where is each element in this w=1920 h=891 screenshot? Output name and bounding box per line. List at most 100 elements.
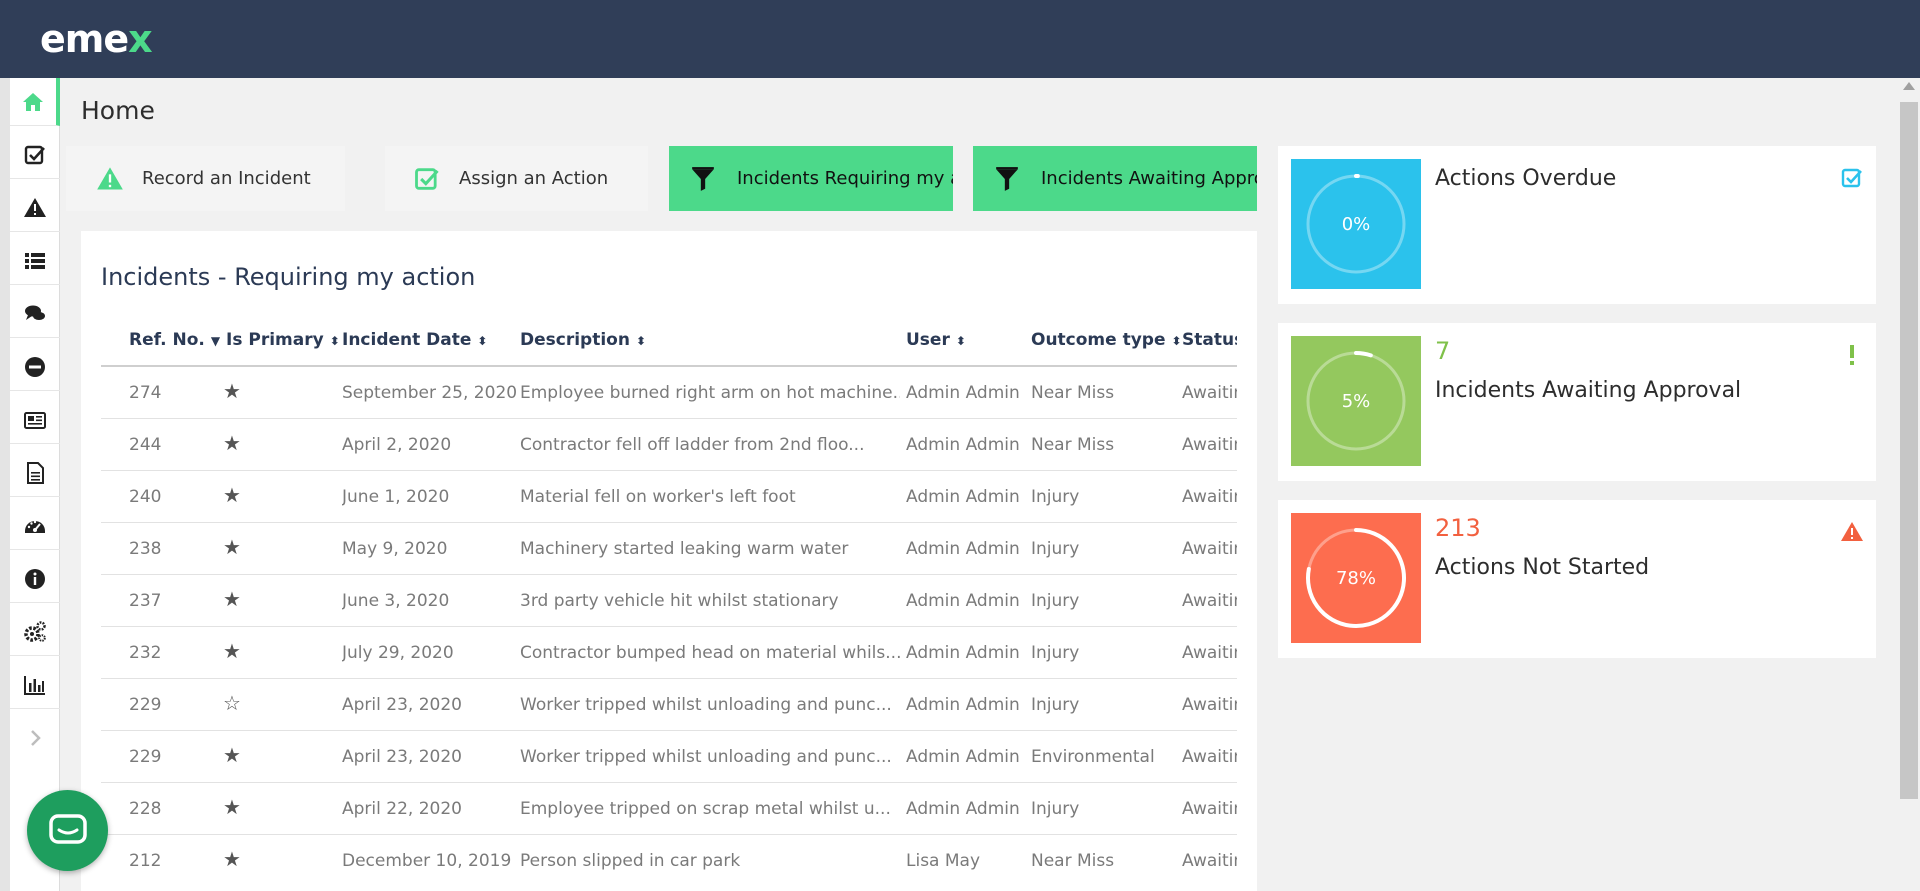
cell-outcome: Injury: [1031, 799, 1080, 819]
table-header: Ref. No. ▼ Is Primary ⬍ Incident Date ⬍ Des…: [101, 316, 1237, 367]
primary-star-icon[interactable]: ★: [223, 795, 241, 819]
sidebar-item-comments[interactable]: [10, 290, 60, 338]
cell-outcome: Near Miss: [1031, 851, 1115, 871]
document-icon: [27, 461, 44, 484]
table-row[interactable]: 240 ★ June 1, 2020 Material fell on work…: [101, 471, 1237, 523]
primary-star-icon[interactable]: ★: [223, 379, 241, 403]
kpi-card-incidents-awaiting-approval[interactable]: 5% 7 Incidents Awaiting Approval: [1278, 323, 1876, 481]
panel-title: Incidents - Requiring my action: [101, 263, 476, 291]
sidebar-item-settings[interactable]: [10, 608, 60, 656]
sort-icon: ⬍: [1171, 334, 1182, 348]
primary-star-icon[interactable]: ★: [223, 639, 241, 663]
sidebar-item-info[interactable]: [10, 555, 60, 603]
check-square-icon: [24, 145, 45, 164]
record-incident-button[interactable]: Record an Incident: [66, 146, 345, 211]
column-header-status[interactable]: Status: [1182, 330, 1237, 350]
bar-chart-icon: [24, 675, 45, 695]
cell-status: Awaiting Approval: [1182, 643, 1237, 663]
sidebar-item-restrictions[interactable]: [10, 343, 60, 391]
cell-date: December 10, 2019: [342, 851, 512, 871]
kpi-label: Actions Not Started: [1435, 555, 1650, 580]
sidebar-expand-toggle[interactable]: [10, 714, 60, 762]
svg-text:5%: 5%: [1342, 391, 1371, 412]
cell-description: Person slipped in car park: [520, 851, 741, 871]
chat-bubble-icon: [48, 813, 87, 844]
cell-ref: 240: [129, 487, 162, 507]
primary-star-icon[interactable]: ★: [223, 483, 241, 507]
sidebar-item-documents[interactable]: [10, 449, 60, 497]
column-header-incident-date[interactable]: Incident Date ⬍: [342, 330, 487, 350]
sidebar: [10, 78, 60, 891]
table-row[interactable]: 238 ★ May 9, 2020 Machinery started leak…: [101, 523, 1237, 575]
primary-star-icon[interactable]: ★: [223, 743, 241, 767]
cell-description: Contractor fell off ladder from 2nd floo…: [520, 435, 865, 455]
assign-action-label: Assign an Action: [459, 168, 609, 189]
cell-outcome: Injury: [1031, 591, 1080, 611]
progress-gauge: 78%: [1291, 513, 1421, 643]
cell-user: Lisa May: [906, 851, 981, 871]
primary-star-icon[interactable]: ★: [223, 847, 241, 871]
cell-user: Admin Admin: [906, 799, 1020, 819]
scroll-up-arrow-icon[interactable]: [1903, 82, 1915, 90]
cell-description: 3rd party vehicle hit whilst stationary: [520, 591, 839, 611]
settings-icon: [24, 620, 46, 642]
cell-outcome: Injury: [1031, 539, 1080, 559]
cell-user: Admin Admin: [906, 539, 1020, 559]
cell-ref: 274: [129, 383, 162, 403]
column-header-ref[interactable]: Ref. No. ▼: [129, 330, 220, 350]
table-row[interactable]: 244 ★ April 2, 2020 Contractor fell off …: [101, 419, 1237, 471]
sidebar-item-reports[interactable]: [10, 661, 60, 709]
cell-ref: 228: [129, 799, 162, 819]
table-row[interactable]: 212 ★ December 10, 2019 Person slipped i…: [101, 835, 1237, 887]
cell-description: Worker tripped whilst unloading and punc…: [520, 695, 892, 715]
table-row[interactable]: 229 ★ April 23, 2020 Worker tripped whil…: [101, 731, 1237, 783]
incidents-awaiting-approval-filter[interactable]: Incidents Awaiting Approval: [973, 146, 1257, 211]
cell-status: Awaiting Approval: [1182, 747, 1237, 767]
cell-date: July 29, 2020: [342, 643, 454, 663]
cell-status: Awaiting Approval: [1182, 487, 1237, 507]
incidents-requiring-action-label: Incidents Requiring my action: [737, 168, 953, 189]
column-header-user[interactable]: User ⬍: [906, 330, 966, 350]
left-edge: [0, 78, 10, 891]
table-row[interactable]: 232 ★ July 29, 2020 Contractor bumped he…: [101, 627, 1237, 679]
check-square-icon: [1841, 168, 1862, 188]
column-header-is-primary[interactable]: Is Primary ⬍: [226, 330, 340, 350]
chat-widget-button[interactable]: [27, 790, 108, 871]
sidebar-item-dashboard[interactable]: [10, 502, 60, 550]
cell-ref: 229: [129, 747, 162, 767]
sidebar-item-home[interactable]: [10, 78, 60, 126]
table-row[interactable]: 237 ★ June 3, 2020 3rd party vehicle hit…: [101, 575, 1237, 627]
cell-outcome: Environmental: [1031, 747, 1155, 767]
scrollbar-thumb[interactable]: [1900, 102, 1918, 799]
warning-icon: [24, 197, 46, 217]
sidebar-item-news[interactable]: [10, 396, 60, 444]
kpi-card-actions-not-started[interactable]: 78% 213 Actions Not Started: [1278, 500, 1876, 658]
table-row[interactable]: 228 ★ April 22, 2020 Employee tripped on…: [101, 783, 1237, 835]
sort-icon: ⬍: [477, 334, 488, 348]
cell-status: Awaiting Approval: [1182, 383, 1237, 403]
table-row[interactable]: 229 ☆ April 23, 2020 Worker tripped whil…: [101, 679, 1237, 731]
svg-text:0%: 0%: [1342, 214, 1371, 235]
cell-description: Worker tripped whilst unloading and punc…: [520, 747, 892, 767]
emex-logo[interactable]: emex: [40, 18, 153, 60]
cell-date: April 2, 2020: [342, 435, 452, 455]
primary-star-icon[interactable]: ★: [223, 535, 241, 559]
table-row[interactable]: 274 ★ September 25, 2020 Employee burned…: [101, 367, 1237, 419]
assign-action-button[interactable]: Assign an Action: [385, 146, 648, 211]
column-header-description[interactable]: Description ⬍: [520, 330, 646, 350]
primary-star-icon[interactable]: ★: [223, 587, 241, 611]
column-header-outcome-type[interactable]: Outcome type ⬍: [1031, 330, 1182, 350]
sidebar-item-list[interactable]: [10, 237, 60, 285]
cell-status: Awaiting Approval: [1182, 799, 1237, 819]
primary-star-outline-icon[interactable]: ☆: [223, 691, 241, 715]
sidebar-item-actions[interactable]: [10, 131, 60, 179]
dashboard-icon: [25, 520, 45, 533]
kpi-card-actions-overdue[interactable]: 0% Actions Overdue: [1278, 146, 1876, 304]
sidebar-item-incidents[interactable]: [10, 184, 60, 232]
incidents-requiring-action-filter[interactable]: Incidents Requiring my action: [669, 146, 953, 211]
primary-star-icon[interactable]: ★: [223, 431, 241, 455]
incidents-awaiting-approval-label: Incidents Awaiting Approval: [1041, 168, 1257, 189]
page-scrollbar[interactable]: [1898, 78, 1920, 891]
cell-outcome: Injury: [1031, 695, 1080, 715]
sort-desc-icon: ▼: [210, 334, 221, 348]
